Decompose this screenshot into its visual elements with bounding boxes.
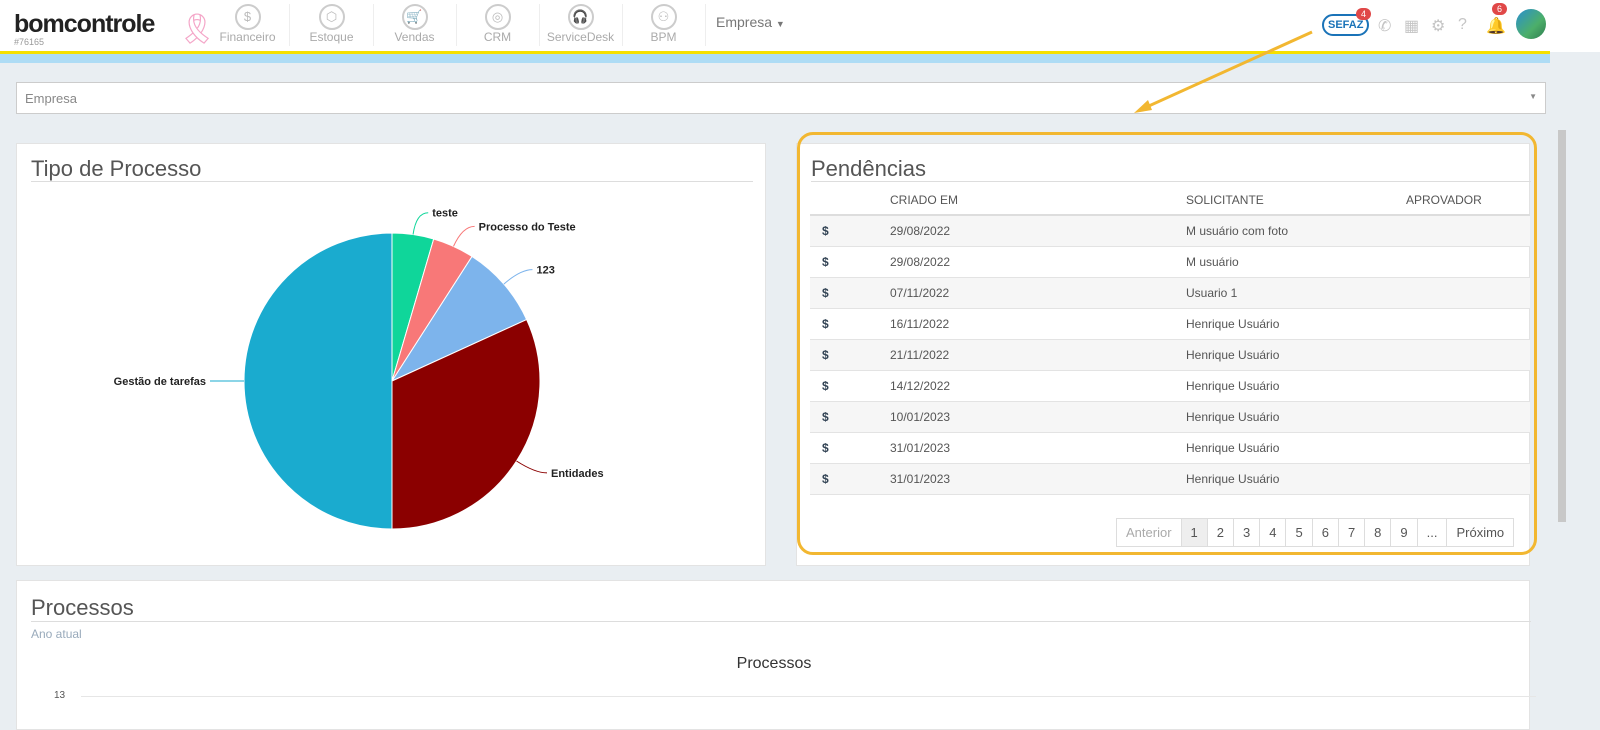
chart-title: Processos: [736, 655, 812, 672]
pie-label: 123: [536, 265, 554, 277]
pie-label: teste: [432, 208, 458, 220]
pie-chart: teste Processo do Teste 123 Entidades Gestão…: [114, 208, 604, 530]
pie-slice[interactable]: [243, 232, 393, 530]
highlight-box: [797, 132, 1537, 555]
panel-subtitle: Ano atual: [31, 627, 82, 641]
panel-title: Tipo de Processo: [31, 156, 202, 181]
gridline: [81, 696, 1536, 697]
process-type-panel: Tipo de Processo teste Processo do Teste 1…: [16, 143, 766, 566]
panel-title: Processos: [31, 595, 134, 620]
pie-label-line: [412, 212, 429, 235]
pie-label-line: [503, 269, 533, 285]
pie-label: Entidades: [551, 468, 604, 480]
pie-label-line: [516, 460, 548, 474]
pie-label: Processo do Teste: [479, 221, 576, 233]
processes-panel: Processos Ano atual Processos 13: [16, 580, 1536, 730]
pie-label-line: [453, 225, 475, 247]
scrollbar[interactable]: [1558, 130, 1566, 522]
y-tick: 13: [54, 690, 66, 701]
pie-label: Gestão de tarefas: [114, 376, 206, 388]
